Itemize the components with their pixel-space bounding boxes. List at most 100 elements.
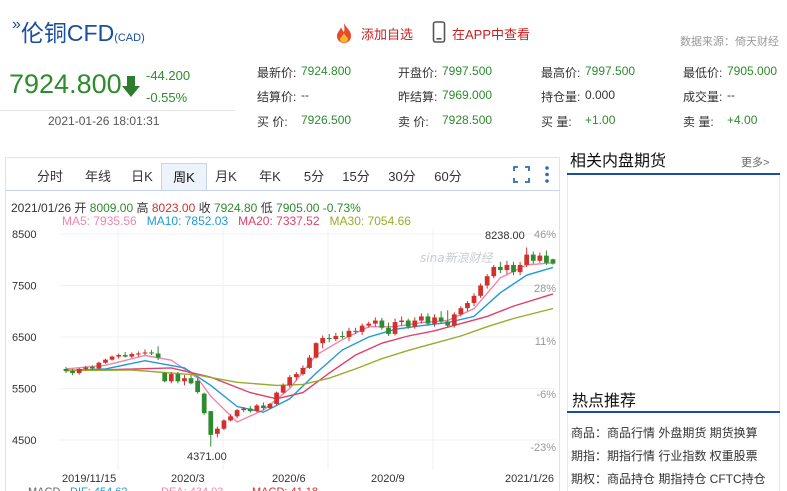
- candle: [372, 320, 378, 324]
- candle: [234, 410, 240, 417]
- candle: [458, 308, 464, 315]
- candle: [511, 264, 516, 273]
- candle: [293, 374, 299, 378]
- candle: [524, 254, 530, 265]
- candle: [359, 325, 365, 332]
- candle: [228, 416, 233, 421]
- candle: [386, 327, 391, 334]
- candle: [261, 405, 266, 409]
- candle: [445, 321, 451, 326]
- macd-legend-item: DIF: 454.62: [70, 486, 127, 491]
- pct-tick-label: 46%: [534, 229, 556, 241]
- candle: [136, 353, 141, 355]
- hot-topics-title: 热点推荐: [572, 393, 637, 410]
- related-futures-title: 相关内盘期货: [570, 153, 667, 170]
- candle: [471, 295, 477, 304]
- candle: [484, 276, 490, 286]
- candle: [142, 352, 148, 354]
- hot-topic-row[interactable]: 商品：商品行情 外盘期货 期货换算: [571, 424, 758, 441]
- candle: [149, 352, 154, 354]
- candle: [438, 317, 444, 322]
- candle: [366, 323, 372, 326]
- macd-legend-item: MACD: 41.18: [252, 486, 318, 491]
- divider: [567, 173, 780, 175]
- divider: [567, 411, 780, 413]
- x-tick-label: 2019/11/15: [62, 473, 116, 485]
- candle: [83, 367, 89, 369]
- candle: [419, 316, 424, 321]
- candle: [313, 343, 319, 358]
- candle: [346, 330, 352, 337]
- candle: [379, 320, 385, 328]
- candle: [465, 303, 470, 309]
- candle: [280, 385, 286, 393]
- candle: [432, 317, 437, 324]
- candle: [300, 367, 306, 375]
- candle: [188, 378, 194, 384]
- candle: [155, 353, 161, 358]
- candle: [267, 403, 273, 409]
- hot-topic-row[interactable]: 期指：期指行情 行业指数 权重股票: [571, 447, 758, 464]
- candle: [96, 362, 102, 369]
- candle: [122, 355, 128, 357]
- candle: [182, 378, 187, 382]
- candle: [162, 373, 168, 382]
- candle: [241, 408, 247, 411]
- candle: [89, 366, 95, 369]
- candle: [63, 368, 69, 371]
- y-tick-label: 5500: [12, 384, 36, 396]
- candle: [497, 266, 503, 271]
- low-annotation: 4371.00: [187, 451, 227, 463]
- pct-tick-label: -23%: [530, 442, 556, 454]
- sidebar: [567, 171, 780, 491]
- candle: [320, 338, 326, 344]
- candle: [405, 320, 411, 327]
- y-tick-label: 6500: [12, 332, 36, 344]
- high-annotation: 8238.00: [485, 230, 525, 242]
- y-tick-label: 4500: [12, 435, 36, 447]
- x-tick-label: 2020/3: [171, 473, 205, 485]
- candle: [307, 357, 312, 368]
- candle: [221, 420, 227, 429]
- pct-tick-label: -6%: [536, 389, 556, 401]
- y-tick-label: 8500: [12, 229, 36, 241]
- candle: [530, 254, 536, 261]
- candle: [451, 314, 457, 326]
- candle: [392, 322, 398, 334]
- candle: [287, 377, 293, 386]
- x-tick-label: 2021/1/26: [505, 473, 554, 485]
- candle: [247, 408, 253, 412]
- candle: [399, 320, 405, 323]
- candle: [425, 316, 431, 324]
- candle: [517, 264, 523, 273]
- pct-tick-label: 28%: [534, 283, 556, 295]
- candle: [129, 353, 135, 357]
- candle: [116, 355, 122, 357]
- candle: [214, 428, 220, 434]
- candle: [168, 374, 174, 382]
- macd-legend-item: MACD: [28, 486, 60, 491]
- candle: [412, 320, 418, 327]
- x-tick-label: 2020/9: [371, 473, 405, 485]
- candle: [326, 338, 332, 340]
- watermark: sina新浪财经: [420, 251, 495, 265]
- hot-topic-row[interactable]: 期权：商品持仓 期指持仓 CFTC持仓: [571, 470, 766, 487]
- candle: [208, 411, 214, 435]
- more-link[interactable]: 更多>: [741, 154, 769, 170]
- candle: [274, 392, 279, 404]
- candle: [333, 335, 339, 340]
- candle: [254, 405, 260, 412]
- candle: [537, 255, 543, 261]
- candle: [340, 335, 345, 337]
- ma-line-MA30: [65, 307, 554, 387]
- pct-tick-label: 11%: [535, 336, 556, 348]
- candle: [103, 359, 108, 363]
- macd-legend-item: DEA: 434.03: [161, 486, 223, 491]
- candle: [195, 380, 200, 393]
- candle: [478, 285, 483, 296]
- candle: [201, 393, 207, 414]
- candle: [504, 264, 510, 271]
- candle: [76, 368, 82, 374]
- y-tick-label: 7500: [12, 281, 36, 293]
- candle: [550, 259, 556, 264]
